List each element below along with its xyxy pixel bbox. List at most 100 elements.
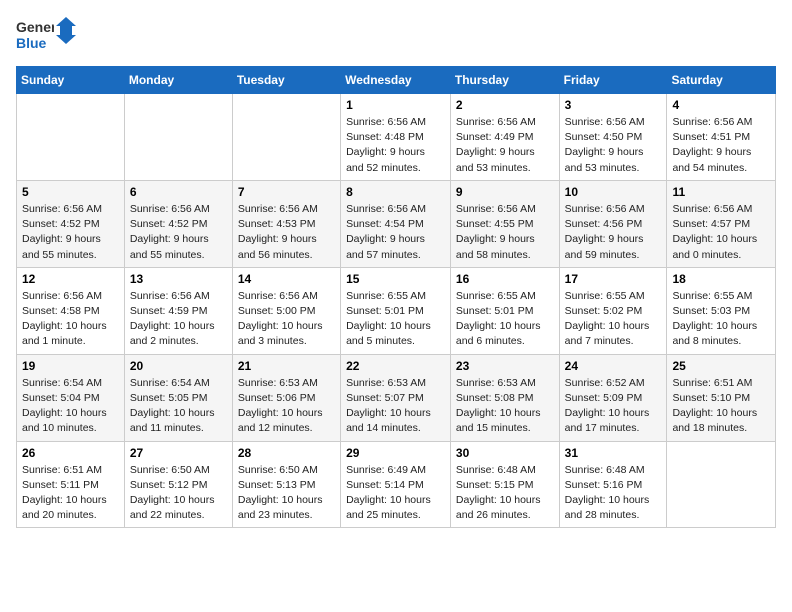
header-saturday: Saturday (667, 67, 776, 94)
calendar-cell: 16 Sunrise: 6:55 AM Sunset: 5:01 PM Dayli… (450, 267, 559, 354)
day-info: Sunrise: 6:56 AM Sunset: 4:53 PM Dayligh… (238, 202, 335, 263)
day-number: 6 (130, 185, 227, 199)
calendar-table: SundayMondayTuesdayWednesdayThursdayFrid… (16, 66, 776, 528)
day-number: 25 (672, 359, 770, 373)
day-info: Sunrise: 6:55 AM Sunset: 5:02 PM Dayligh… (565, 289, 662, 350)
day-info: Sunrise: 6:56 AM Sunset: 4:50 PM Dayligh… (565, 115, 662, 176)
day-info: Sunrise: 6:56 AM Sunset: 4:57 PM Dayligh… (672, 202, 770, 263)
calendar-cell (232, 94, 340, 181)
day-info: Sunrise: 6:51 AM Sunset: 5:11 PM Dayligh… (22, 463, 119, 524)
logo-bird-icon: General Blue (16, 16, 54, 54)
day-number: 26 (22, 446, 119, 460)
day-info: Sunrise: 6:56 AM Sunset: 4:51 PM Dayligh… (672, 115, 770, 176)
day-number: 17 (565, 272, 662, 286)
calendar-cell (667, 441, 776, 528)
week-row-4: 19 Sunrise: 6:54 AM Sunset: 5:04 PM Dayli… (17, 354, 776, 441)
day-number: 15 (346, 272, 445, 286)
header-thursday: Thursday (450, 67, 559, 94)
calendar-cell (124, 94, 232, 181)
day-number: 31 (565, 446, 662, 460)
calendar-cell: 27 Sunrise: 6:50 AM Sunset: 5:12 PM Dayli… (124, 441, 232, 528)
day-number: 29 (346, 446, 445, 460)
day-number: 27 (130, 446, 227, 460)
calendar-cell: 18Sunrise: 6:55 AM Sunset: 5:03 PM Dayli… (667, 267, 776, 354)
calendar-cell: 29 Sunrise: 6:49 AM Sunset: 5:14 PM Dayli… (341, 441, 451, 528)
day-number: 28 (238, 446, 335, 460)
day-info: Sunrise: 6:56 AM Sunset: 4:52 PM Dayligh… (130, 202, 227, 263)
calendar-cell: 21 Sunrise: 6:53 AM Sunset: 5:06 PM Dayli… (232, 354, 340, 441)
calendar-cell: 9 Sunrise: 6:56 AM Sunset: 4:55 PM Daylig… (450, 180, 559, 267)
day-info: Sunrise: 6:53 AM Sunset: 5:08 PM Dayligh… (456, 376, 554, 437)
calendar-cell: 8 Sunrise: 6:56 AM Sunset: 4:54 PM Daylig… (341, 180, 451, 267)
day-info: Sunrise: 6:56 AM Sunset: 4:55 PM Dayligh… (456, 202, 554, 263)
day-number: 10 (565, 185, 662, 199)
day-info: Sunrise: 6:50 AM Sunset: 5:12 PM Dayligh… (130, 463, 227, 524)
calendar-cell: 3 Sunrise: 6:56 AM Sunset: 4:50 PM Daylig… (559, 94, 667, 181)
calendar-cell: 25 Sunrise: 6:51 AM Sunset: 5:10 PM Dayli… (667, 354, 776, 441)
header-tuesday: Tuesday (232, 67, 340, 94)
day-number: 8 (346, 185, 445, 199)
day-number: 12 (22, 272, 119, 286)
day-number: 19 (22, 359, 119, 373)
calendar-cell: 7 Sunrise: 6:56 AM Sunset: 4:53 PM Daylig… (232, 180, 340, 267)
svg-text:Blue: Blue (16, 35, 47, 51)
day-number: 22 (346, 359, 445, 373)
logo-chevron-icon (56, 17, 76, 53)
day-number: 16 (456, 272, 554, 286)
calendar-cell: 15 Sunrise: 6:55 AM Sunset: 5:01 PM Dayli… (341, 267, 451, 354)
day-number: 5 (22, 185, 119, 199)
calendar-cell: 6 Sunrise: 6:56 AM Sunset: 4:52 PM Daylig… (124, 180, 232, 267)
week-row-3: 12Sunrise: 6:56 AM Sunset: 4:58 PM Dayli… (17, 267, 776, 354)
day-number: 24 (565, 359, 662, 373)
calendar-cell: 4 Sunrise: 6:56 AM Sunset: 4:51 PM Daylig… (667, 94, 776, 181)
day-number: 4 (672, 98, 770, 112)
header-monday: Monday (124, 67, 232, 94)
day-info: Sunrise: 6:49 AM Sunset: 5:14 PM Dayligh… (346, 463, 445, 524)
logo-container: General Blue (16, 16, 76, 54)
day-info: Sunrise: 6:56 AM Sunset: 4:48 PM Dayligh… (346, 115, 445, 176)
day-info: Sunrise: 6:54 AM Sunset: 5:05 PM Dayligh… (130, 376, 227, 437)
calendar-cell: 20Sunrise: 6:54 AM Sunset: 5:05 PM Dayli… (124, 354, 232, 441)
calendar-cell: 12Sunrise: 6:56 AM Sunset: 4:58 PM Dayli… (17, 267, 125, 354)
day-info: Sunrise: 6:55 AM Sunset: 5:01 PM Dayligh… (456, 289, 554, 350)
day-info: Sunrise: 6:56 AM Sunset: 5:00 PM Dayligh… (238, 289, 335, 350)
day-info: Sunrise: 6:56 AM Sunset: 4:59 PM Dayligh… (130, 289, 227, 350)
logo: General Blue (16, 16, 76, 54)
day-number: 21 (238, 359, 335, 373)
day-number: 9 (456, 185, 554, 199)
header-friday: Friday (559, 67, 667, 94)
day-number: 30 (456, 446, 554, 460)
day-info: Sunrise: 6:51 AM Sunset: 5:10 PM Dayligh… (672, 376, 770, 437)
calendar-cell: 24 Sunrise: 6:52 AM Sunset: 5:09 PM Dayli… (559, 354, 667, 441)
calendar-cell: 31 Sunrise: 6:48 AM Sunset: 5:16 PM Dayli… (559, 441, 667, 528)
day-info: Sunrise: 6:55 AM Sunset: 5:03 PM Dayligh… (672, 289, 770, 350)
day-info: Sunrise: 6:48 AM Sunset: 5:16 PM Dayligh… (565, 463, 662, 524)
calendar-cell: 23Sunrise: 6:53 AM Sunset: 5:08 PM Dayli… (450, 354, 559, 441)
day-info: Sunrise: 6:55 AM Sunset: 5:01 PM Dayligh… (346, 289, 445, 350)
calendar-cell: 14 Sunrise: 6:56 AM Sunset: 5:00 PM Dayli… (232, 267, 340, 354)
day-info: Sunrise: 6:48 AM Sunset: 5:15 PM Dayligh… (456, 463, 554, 524)
day-info: Sunrise: 6:52 AM Sunset: 5:09 PM Dayligh… (565, 376, 662, 437)
page-header: General Blue (16, 16, 776, 54)
day-number: 14 (238, 272, 335, 286)
calendar-cell: 30 Sunrise: 6:48 AM Sunset: 5:15 PM Dayli… (450, 441, 559, 528)
calendar-cell (17, 94, 125, 181)
calendar-cell: 11 Sunrise: 6:56 AM Sunset: 4:57 PM Dayli… (667, 180, 776, 267)
day-number: 3 (565, 98, 662, 112)
day-info: Sunrise: 6:53 AM Sunset: 5:06 PM Dayligh… (238, 376, 335, 437)
day-number: 2 (456, 98, 554, 112)
calendar-cell: 10Sunrise: 6:56 AM Sunset: 4:56 PM Dayli… (559, 180, 667, 267)
calendar-cell: 26 Sunrise: 6:51 AM Sunset: 5:11 PM Dayli… (17, 441, 125, 528)
calendar-cell: 13Sunrise: 6:56 AM Sunset: 4:59 PM Dayli… (124, 267, 232, 354)
header-wednesday: Wednesday (341, 67, 451, 94)
day-number: 7 (238, 185, 335, 199)
day-number: 1 (346, 98, 445, 112)
calendar-header: SundayMondayTuesdayWednesdayThursdayFrid… (17, 67, 776, 94)
day-info: Sunrise: 6:54 AM Sunset: 5:04 PM Dayligh… (22, 376, 119, 437)
svg-text:General: General (16, 19, 54, 35)
day-info: Sunrise: 6:56 AM Sunset: 4:54 PM Dayligh… (346, 202, 445, 263)
week-row-1: 1 Sunrise: 6:56 AM Sunset: 4:48 PM Daylig… (17, 94, 776, 181)
day-number: 11 (672, 185, 770, 199)
day-info: Sunrise: 6:56 AM Sunset: 4:49 PM Dayligh… (456, 115, 554, 176)
day-info: Sunrise: 6:53 AM Sunset: 5:07 PM Dayligh… (346, 376, 445, 437)
